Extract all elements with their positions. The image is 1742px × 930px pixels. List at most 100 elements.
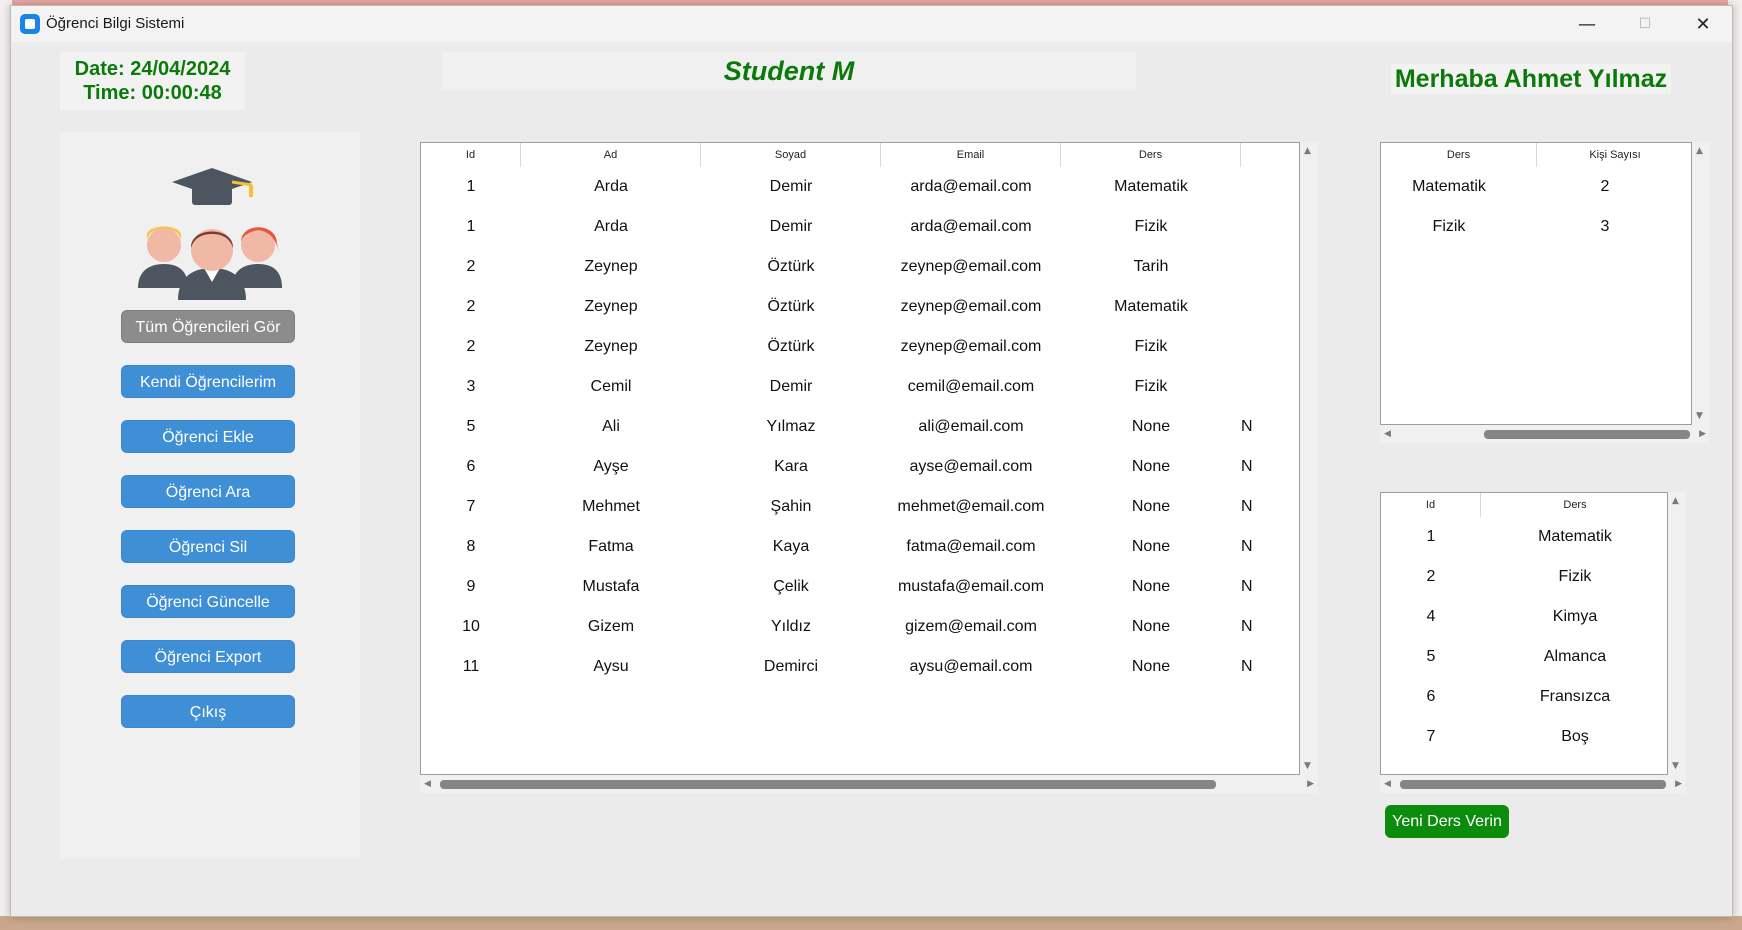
table-row[interactable]: 6 Fransızca [1381, 677, 1667, 717]
table-row[interactable]: 7 Mehmet Şahin mehmet@email.com None N [421, 487, 1299, 527]
course-count-table-header: Ders Kişi Sayısı [1381, 143, 1691, 167]
title-bar[interactable]: Öğrenci Bilgi Sistemi — ☐ ✕ [11, 6, 1732, 42]
scroll-right-icon[interactable]: ▶ [1307, 779, 1314, 789]
table-cell: N [1241, 618, 1253, 635]
column-header-ders[interactable]: Ders [1061, 143, 1241, 167]
table-row[interactable]: 10 Gizem Yıldız gizem@email.com None N [421, 607, 1299, 647]
table-cell: Aysu [593, 658, 629, 675]
column-header-ad[interactable]: Ad [521, 143, 701, 167]
scroll-left-icon[interactable]: ◀ [1384, 429, 1391, 439]
scroll-left-icon[interactable]: ◀ [1384, 779, 1391, 789]
table-row[interactable]: 9 Mustafa Çelik mustafa@email.com None N [421, 567, 1299, 607]
courses-horizontal-scrollbar[interactable]: ◀ ▶ [1380, 775, 1686, 793]
minimize-button[interactable]: — [1558, 6, 1616, 42]
scroll-right-icon[interactable]: ▶ [1675, 779, 1682, 789]
table-row[interactable]: 3 Cemil Demir cemil@email.com Fizik [421, 367, 1299, 407]
courses-table[interactable]: Id Ders 1 Matematik 2 Fizik 4 Kimya 5 Almanca 6 F… [1380, 492, 1668, 775]
courses-vertical-scrollbar[interactable]: ▲ ▼ [1668, 492, 1686, 775]
scroll-down-icon[interactable]: ▼ [1304, 761, 1311, 771]
table-cell [1241, 327, 1299, 367]
table-cell: aysu@email.com [909, 658, 1033, 675]
table-cell: mehmet@email.com [897, 498, 1045, 515]
table-row[interactable]: 2 Fizik [1381, 557, 1667, 597]
table-cell [1241, 287, 1299, 327]
table-cell: None [1131, 658, 1171, 675]
column-header-email[interactable]: Email [881, 143, 1061, 167]
column-header-soyad[interactable]: Soyad [701, 143, 881, 167]
table-cell: arda@email.com [910, 218, 1032, 235]
table-cell: fatma@email.com [906, 538, 1036, 555]
table-cell: Fransızca [1539, 688, 1611, 705]
scroll-down-icon[interactable]: ▼ [1696, 411, 1703, 421]
column-header-id[interactable]: Id [421, 143, 521, 167]
students-table-vertical-scrollbar[interactable]: ▲ ▼ [1300, 142, 1318, 775]
add-student-button[interactable]: Öğrenci Ekle [121, 420, 295, 453]
table-row[interactable]: 1 Arda Demir arda@email.com Matematik [421, 167, 1299, 207]
table-cell: Ali [602, 418, 620, 435]
courses-table-header: Id Ders [1381, 493, 1667, 517]
table-row[interactable]: 2 Zeynep Öztürk zeynep@email.com Tarih [421, 247, 1299, 287]
table-cell: Çelik [773, 578, 809, 595]
scroll-up-icon[interactable]: ▲ [1672, 496, 1679, 506]
close-button[interactable]: ✕ [1674, 6, 1732, 42]
table-cell: mustafa@email.com [897, 578, 1045, 595]
scroll-left-icon[interactable]: ◀ [424, 779, 431, 789]
table-cell: 6 [466, 458, 476, 475]
course-count-scroll-thumb[interactable] [1484, 430, 1690, 439]
students-table[interactable]: Id Ad Soyad Email Ders 1 Arda Demir arda@em… [420, 142, 1300, 775]
export-student-button[interactable]: Öğrenci Export [121, 640, 295, 673]
table-row[interactable]: 2 Zeynep Öztürk zeynep@email.com Matematik [421, 287, 1299, 327]
maximize-button[interactable]: ☐ [1616, 6, 1674, 42]
table-row[interactable]: 8 Fatma Kaya fatma@email.com None N [421, 527, 1299, 567]
my-students-button[interactable]: Kendi Öğrencilerim [121, 365, 295, 398]
delete-student-button[interactable]: Öğrenci Sil [121, 530, 295, 563]
table-row[interactable]: 1 Matematik [1381, 517, 1667, 557]
give-new-course-button[interactable]: Yeni Ders Verin [1385, 805, 1509, 838]
table-cell: Fizik [1134, 378, 1168, 395]
column-header-id[interactable]: Id [1381, 493, 1481, 517]
table-cell: ali@email.com [918, 418, 1024, 435]
column-header-ders[interactable]: Ders [1481, 493, 1667, 517]
update-student-button[interactable]: Öğrenci Güncelle [121, 585, 295, 618]
table-cell: Yılmaz [766, 418, 816, 435]
course-count-table-body: Matematik 2 Fizik 3 [1381, 167, 1691, 247]
table-row[interactable]: 4 Kimya [1381, 597, 1667, 637]
table-cell: Öztürk [767, 258, 815, 275]
table-cell: N [1241, 418, 1253, 435]
table-row[interactable]: 1 Arda Demir arda@email.com Fizik [421, 207, 1299, 247]
table-cell: N [1241, 578, 1253, 595]
table-row[interactable]: 5 Ali Yılmaz ali@email.com None N [421, 407, 1299, 447]
courses-scroll-thumb[interactable] [1400, 780, 1666, 789]
students-table-scroll-thumb[interactable] [440, 780, 1216, 789]
all-students-button[interactable]: Tüm Öğrencileri Gör [121, 310, 295, 343]
table-row[interactable]: 7 Boş [1381, 717, 1667, 757]
exit-button[interactable]: Çıkış [121, 695, 295, 728]
table-row[interactable]: Fizik 3 [1381, 207, 1691, 247]
table-cell: Demir [769, 178, 813, 195]
table-cell: Öztürk [767, 298, 815, 315]
table-cell: None [1131, 538, 1171, 555]
app-window: Öğrenci Bilgi Sistemi — ☐ ✕ Date: 24/04/… [10, 5, 1733, 917]
course-count-horizontal-scrollbar[interactable]: ◀ ▶ [1380, 425, 1710, 443]
table-cell: Fizik [1134, 338, 1168, 355]
scroll-right-icon[interactable]: ▶ [1699, 429, 1706, 439]
course-count-vertical-scrollbar[interactable]: ▲ ▼ [1692, 142, 1710, 425]
students-table-horizontal-scrollbar[interactable]: ◀ ▶ [420, 775, 1318, 793]
table-cell: Cemil [590, 378, 632, 395]
table-row[interactable]: Matematik 2 [1381, 167, 1691, 207]
scroll-up-icon[interactable]: ▲ [1696, 146, 1703, 156]
search-student-button[interactable]: Öğrenci Ara [121, 475, 295, 508]
table-row[interactable]: 5 Almanca [1381, 637, 1667, 677]
table-row[interactable]: 6 Ayşe Kara ayse@email.com None N [421, 447, 1299, 487]
table-row[interactable]: 11 Aysu Demirci aysu@email.com None N [421, 647, 1299, 687]
scroll-up-icon[interactable]: ▲ [1304, 146, 1311, 156]
course-count-table[interactable]: Ders Kişi Sayısı Matematik 2 Fizik 3 [1380, 142, 1692, 425]
table-cell: Ayşe [593, 458, 629, 475]
table-cell: 9 [466, 578, 476, 595]
column-header-ders[interactable]: Ders [1381, 143, 1537, 167]
table-cell: 1 [1426, 528, 1436, 545]
table-row[interactable]: 2 Zeynep Öztürk zeynep@email.com Fizik [421, 327, 1299, 367]
table-cell: 5 [466, 418, 476, 435]
column-header-kisi-sayisi[interactable]: Kişi Sayısı [1537, 143, 1691, 167]
scroll-down-icon[interactable]: ▼ [1672, 761, 1679, 771]
